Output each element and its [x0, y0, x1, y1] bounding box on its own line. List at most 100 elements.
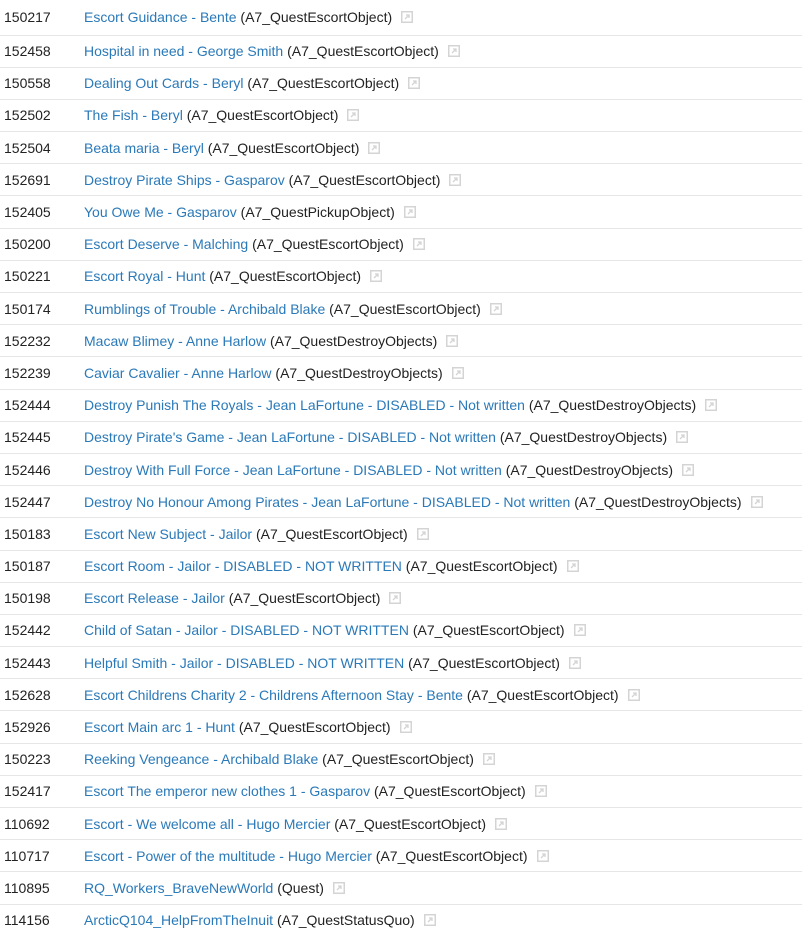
quest-link[interactable]: Escort Release - Jailor [84, 590, 225, 606]
quest-id: 152504 [0, 131, 84, 165]
external-link-icon[interactable] [403, 206, 416, 219]
quest-id: 152691 [0, 163, 84, 197]
quest-cell: You Owe Me - Gasparov (A7_QuestPickupObj… [84, 195, 802, 229]
external-link-icon[interactable] [536, 849, 549, 862]
quest-link[interactable]: Helpful Smith - Jailor - DISABLED - NOT … [84, 655, 404, 671]
quest-type: (A7_QuestEscortObject) [247, 75, 400, 92]
external-link-icon[interactable] [676, 431, 689, 444]
quest-cell: Destroy With Full Force - Jean LaFortune… [84, 453, 802, 487]
quest-cell: Hospital in need - George Smith (A7_Ques… [84, 35, 802, 68]
external-link-icon[interactable] [399, 721, 412, 734]
quest-link[interactable]: Hospital in need - George Smith [84, 43, 283, 59]
external-link-icon[interactable] [495, 817, 507, 830]
external-link-icon[interactable] [412, 238, 425, 251]
external-link-icon[interactable] [451, 366, 464, 379]
quest-link[interactable]: Macaw Blimey - Anne Harlow [84, 333, 266, 349]
external-link-icon[interactable] [566, 560, 579, 573]
table-row: 152926 Escort Main arc 1 - Hunt (A7_Quest… [0, 710, 802, 744]
quest-link[interactable]: Dealing Out Cards - Beryl [84, 75, 244, 91]
quest-link[interactable]: Escort The emperor new clothes 1 - Gaspa… [84, 783, 370, 799]
quest-id: 152502 [0, 99, 84, 133]
external-link-icon[interactable] [568, 656, 581, 669]
quest-link[interactable]: Child of Satan - Jailor - DISABLED - NOT… [84, 622, 409, 638]
quest-link[interactable]: Escort New Subject - Jailor [84, 526, 252, 542]
external-link-icon[interactable] [416, 527, 429, 540]
table-row: 150183 Escort New Subject - Jailor (A7_Qu… [0, 517, 802, 551]
quest-link[interactable]: Caviar Cavalier - Anne Harlow [84, 365, 272, 381]
quest-link[interactable]: Destroy No Honour Among Pirates - Jean L… [84, 494, 570, 510]
external-link-icon[interactable] [705, 399, 718, 412]
table-row: 152691 Destroy Pirate Ships - Gasparov (A… [0, 163, 802, 197]
table-row: 152458 Hospital in need - George Smith (A… [0, 35, 802, 68]
table-row: 152445 Destroy Pirate's Game - Jean LaFor… [0, 421, 802, 454]
quest-link[interactable]: Escort Childrens Charity 2 - Childrens A… [84, 687, 463, 703]
quest-id: 152445 [0, 421, 84, 454]
quest-cell: Escort Room - Jailor - DISABLED - NOT WR… [84, 550, 802, 583]
quest-id: 152417 [0, 775, 84, 809]
quest-id: 150223 [0, 743, 84, 776]
quest-cell: Destroy Punish The Royals - Jean LaFortu… [84, 389, 802, 422]
quest-id: 152447 [0, 485, 84, 519]
external-link-icon[interactable] [682, 463, 694, 476]
quest-id: 152458 [0, 35, 84, 68]
quest-link[interactable]: Rumblings of Trouble - Archibald Blake [84, 301, 325, 317]
quest-link[interactable]: Escort Deserve - Malching [84, 236, 248, 252]
external-link-icon[interactable] [368, 141, 381, 154]
external-link-icon[interactable] [627, 688, 640, 701]
external-link-icon[interactable] [489, 302, 502, 315]
quest-id: 150183 [0, 517, 84, 551]
quest-type: (A7_QuestDestroyObjects) [499, 429, 668, 446]
external-link-icon[interactable] [423, 914, 436, 927]
quest-cell: Escort Guidance - Bente (A7_QuestEscortO… [84, 0, 802, 36]
external-link-icon[interactable] [446, 334, 459, 347]
quest-type: (A7_QuestDestroyObjects) [505, 461, 673, 478]
quest-type: (A7_QuestEscortObject) [209, 268, 361, 285]
quest-link[interactable]: Escort - We welcome all - Hugo Mercier [84, 816, 330, 832]
table-row: 110717 Escort - Power of the multitude - … [0, 839, 802, 873]
quest-link[interactable]: RQ_Workers_BraveNewWorld [84, 880, 273, 896]
external-link-icon[interactable] [482, 753, 495, 766]
table-row: 152405 You Owe Me - Gasparov (A7_QuestPic… [0, 195, 802, 229]
external-link-icon[interactable] [389, 592, 402, 605]
quest-type: (Quest) [277, 879, 324, 896]
quest-link[interactable]: Reeking Vengeance - Archibald Blake [84, 751, 318, 767]
quest-id: 152232 [0, 324, 84, 358]
quest-link[interactable]: Beata maria - Beryl [84, 140, 204, 156]
quest-id: 110692 [0, 807, 84, 841]
quest-link[interactable]: Destroy Pirate Ships - Gasparov [84, 172, 285, 188]
quest-link[interactable]: ArcticQ104_HelpFromTheInuit [84, 912, 273, 928]
quest-link[interactable]: Destroy Pirate's Game - Jean LaFortune -… [84, 429, 496, 445]
table-row: 150187 Escort Room - Jailor - DISABLED - … [0, 550, 802, 583]
quest-type: (A7_QuestEscortObject) [228, 590, 381, 607]
quest-id: 152628 [0, 678, 84, 712]
quest-cell: Escort Royal - Hunt (A7_QuestEscortObjec… [84, 260, 802, 294]
external-link-icon[interactable] [534, 785, 547, 798]
quest-link[interactable]: You Owe Me - Gasparov [84, 204, 237, 220]
table-row: 152502 The Fish - Beryl (A7_QuestEscortOb… [0, 99, 802, 133]
quest-link[interactable]: The Fish - Beryl [84, 107, 183, 123]
external-link-icon[interactable] [573, 624, 586, 637]
quest-cell: Escort Release - Jailor (A7_QuestEscortO… [84, 582, 802, 615]
quest-link[interactable]: Escort Royal - Hunt [84, 268, 205, 284]
quest-link[interactable]: Destroy With Full Force - Jean LaFortune… [84, 462, 502, 478]
external-link-icon[interactable] [370, 270, 382, 283]
quest-link[interactable]: Escort Room - Jailor - DISABLED - NOT WR… [84, 558, 402, 574]
external-link-icon[interactable] [408, 77, 421, 90]
external-link-icon[interactable] [347, 109, 360, 122]
external-link-icon[interactable] [750, 495, 763, 508]
quest-type: (A7_QuestEscortObject) [408, 654, 560, 671]
quest-cell: Helpful Smith - Jailor - DISABLED - NOT … [84, 646, 802, 680]
quest-link[interactable]: Escort - Power of the multitude - Hugo M… [84, 848, 372, 864]
external-link-icon[interactable] [401, 11, 414, 24]
quest-id: 152405 [0, 195, 84, 229]
table-row: 152446 Destroy With Full Force - Jean LaF… [0, 453, 802, 487]
external-link-icon[interactable] [449, 173, 462, 186]
quest-link[interactable]: Destroy Punish The Royals - Jean LaFortu… [84, 397, 525, 413]
external-link-icon[interactable] [447, 45, 460, 58]
table-row: 150174 Rumblings of Trouble - Archibald B… [0, 292, 802, 326]
external-link-icon[interactable] [332, 881, 345, 894]
table-row: 152447 Destroy No Honour Among Pirates - … [0, 485, 802, 519]
quest-link[interactable]: Escort Guidance - Bente [84, 9, 237, 25]
table-row: 150223 Reeking Vengeance - Archibald Blak… [0, 743, 802, 776]
quest-link[interactable]: Escort Main arc 1 - Hunt [84, 719, 235, 735]
